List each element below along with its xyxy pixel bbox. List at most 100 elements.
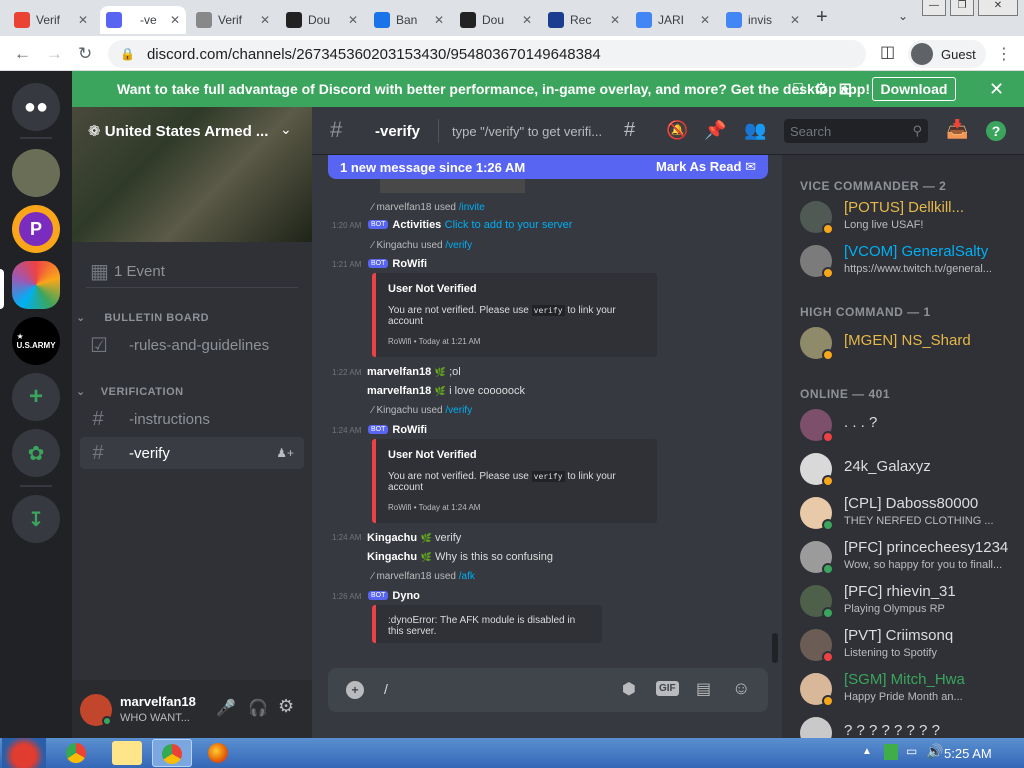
- battery-icon[interactable]: [884, 744, 898, 760]
- channel-rules[interactable]: ☑ -rules-and-guidelines: [80, 329, 304, 361]
- chrome-window-taskbar[interactable]: [152, 739, 192, 767]
- new-tab-button[interactable]: +: [816, 6, 828, 29]
- member-row[interactable]: [PFC] rhievin_31 Playing Olympus RP: [800, 581, 1016, 621]
- close-tab-icon[interactable]: ✕: [170, 13, 180, 27]
- reply-context[interactable]: ∕ Kingachu used /verify: [372, 240, 472, 251]
- channel-verify[interactable]: # -verify ♟+: [80, 437, 304, 469]
- server-icon-2[interactable]: P: [12, 205, 60, 253]
- side-panel-icon[interactable]: ◫: [880, 42, 895, 62]
- command-name[interactable]: /invite: [459, 202, 485, 213]
- member-list-icon[interactable]: 👥: [744, 120, 766, 141]
- maximize-button[interactable]: ❐: [950, 0, 974, 16]
- search-input[interactable]: Search ⚲: [784, 119, 928, 143]
- close-tab-icon[interactable]: ✕: [700, 13, 710, 27]
- message-author[interactable]: Kingachu: [367, 551, 417, 563]
- member-row[interactable]: [MGEN] NS_Shard: [800, 323, 1016, 363]
- member-row[interactable]: 24k_Galaxyz: [800, 449, 1016, 489]
- chevron-down-icon[interactable]: ⌄: [280, 121, 292, 138]
- channel-topic[interactable]: type "/verify" to get verifi...: [452, 124, 602, 139]
- discord-home-icon[interactable]: ●●: [12, 83, 60, 131]
- server-name[interactable]: ❁ United States Armed ...: [88, 122, 268, 140]
- download-apps-icon[interactable]: ↧: [12, 495, 60, 543]
- member-row[interactable]: [SGM] Mitch_Hwa Happy Pride Month an...: [800, 669, 1016, 709]
- command-name[interactable]: /verify: [445, 240, 472, 251]
- volume-icon[interactable]: 🔊: [926, 743, 943, 760]
- browser-tab[interactable]: Ban ✕: [368, 6, 450, 34]
- message-link[interactable]: Click to add to your server: [445, 219, 573, 231]
- address-bar[interactable]: 🔒 discord.com/channels/26734536020315343…: [108, 40, 866, 68]
- download-button[interactable]: Download: [872, 77, 956, 101]
- message-author[interactable]: Activities: [392, 219, 441, 231]
- command-name[interactable]: /afk: [459, 571, 475, 582]
- close-banner-icon[interactable]: ✕: [989, 79, 1004, 100]
- taskbar-clock[interactable]: 5:25 AM: [944, 746, 992, 761]
- forward-icon[interactable]: →: [46, 44, 63, 64]
- attach-plus-icon[interactable]: +: [346, 681, 364, 699]
- message-author[interactable]: RoWifi: [392, 424, 427, 436]
- tray-show-hidden-icon[interactable]: ▲: [862, 746, 872, 757]
- browser-tab[interactable]: Verif ✕: [190, 6, 276, 34]
- mute-mic-icon[interactable]: 🎤: [216, 698, 236, 718]
- member-row[interactable]: [VCOM] GeneralSalty https://www.twitch.tv…: [800, 241, 1016, 281]
- message-author[interactable]: RoWifi: [392, 258, 427, 270]
- lock-icon[interactable]: 🔒: [120, 47, 135, 61]
- message-input[interactable]: /: [384, 681, 388, 697]
- add-server-icon[interactable]: +: [12, 373, 60, 421]
- reply-context[interactable]: ∕ Kingachu used /verify: [372, 405, 472, 416]
- channel-instructions[interactable]: # -instructions: [80, 403, 304, 435]
- close-tab-icon[interactable]: ✕: [790, 13, 800, 27]
- member-row[interactable]: [POTUS] Dellkill... Long live USAF!: [800, 197, 1016, 237]
- start-button[interactable]: [2, 738, 46, 768]
- close-tab-icon[interactable]: ✕: [78, 13, 88, 27]
- message-author[interactable]: Dyno: [392, 590, 420, 602]
- chrome-taskbar-icon[interactable]: [66, 743, 86, 763]
- network-icon[interactable]: ▭: [906, 744, 917, 758]
- gif-icon[interactable]: GIF: [656, 681, 679, 696]
- emoji-icon[interactable]: ☺: [732, 678, 750, 699]
- member-row[interactable]: [CPL] Daboss80000 THEY NERFED CLOTHING ..…: [800, 493, 1016, 533]
- member-row[interactable]: [PVT] Criimsonq Listening to Spotify: [800, 625, 1016, 665]
- browser-tab[interactable]: -ve ✕: [100, 6, 186, 34]
- sticker-icon[interactable]: ▤: [696, 679, 711, 699]
- events-row[interactable]: ▦ 1 Event: [80, 255, 304, 287]
- chat-scrollbar[interactable]: [772, 633, 778, 663]
- threads-icon[interactable]: #: [624, 119, 635, 142]
- minimize-button[interactable]: —: [922, 0, 946, 16]
- mark-as-read-button[interactable]: Mark As Read ✉: [656, 159, 756, 175]
- close-window-button[interactable]: ✕: [978, 0, 1018, 16]
- firefox-taskbar-icon[interactable]: [208, 743, 228, 763]
- command-name[interactable]: /verify: [445, 405, 472, 416]
- close-tab-icon[interactable]: ✕: [260, 13, 270, 27]
- browser-tab[interactable]: invis ✕: [720, 6, 806, 34]
- mute-notifications-icon[interactable]: 🔕: [666, 120, 688, 141]
- headphones-icon[interactable]: 🎧: [248, 698, 268, 718]
- new-messages-bar[interactable]: 1 new message since 1:26 AM Mark As Read …: [328, 155, 768, 179]
- explore-compass-icon[interactable]: ✿: [12, 429, 60, 477]
- member-row[interactable]: [PFC] princecheesy1234 Wow, so happy for …: [800, 537, 1016, 577]
- invite-icon[interactable]: ♟+: [276, 446, 294, 460]
- settings-gear-icon[interactable]: ⚙: [278, 696, 294, 717]
- browser-tab[interactable]: Rec ✕: [542, 6, 626, 34]
- category-bulletin-board[interactable]: ⌄ BULLETIN BOARD: [76, 311, 224, 324]
- tab-search-icon[interactable]: ⌄: [898, 9, 908, 23]
- message-author[interactable]: marvelfan18: [367, 385, 431, 397]
- reply-context[interactable]: ∕ marvelfan18 used /invite: [372, 202, 485, 213]
- message-author[interactable]: marvelfan18: [367, 366, 431, 378]
- inbox-icon[interactable]: 📥: [946, 119, 968, 140]
- nitro-gift-icon[interactable]: ⬢: [622, 679, 636, 699]
- server-icon-1[interactable]: [12, 149, 60, 197]
- message-author[interactable]: Kingachu: [367, 532, 417, 544]
- back-icon[interactable]: ←: [14, 44, 31, 64]
- browser-tab[interactable]: JARI ✕: [630, 6, 716, 34]
- pinned-messages-icon[interactable]: 📌: [704, 120, 726, 141]
- browser-tab[interactable]: Dou ✕: [280, 6, 364, 34]
- profile-button[interactable]: Guest: [908, 40, 986, 68]
- message-composer[interactable]: + / ⬢ GIF ▤ ☺: [328, 668, 768, 712]
- server-icon-us-armed[interactable]: [12, 261, 60, 309]
- help-icon[interactable]: ?: [986, 121, 1006, 141]
- member-row[interactable]: . . . ?: [800, 405, 1016, 445]
- browser-tab[interactable]: Verif ✕: [8, 6, 94, 34]
- close-tab-icon[interactable]: ✕: [348, 13, 358, 27]
- close-tab-icon[interactable]: ✕: [610, 13, 620, 27]
- close-tab-icon[interactable]: ✕: [434, 13, 444, 27]
